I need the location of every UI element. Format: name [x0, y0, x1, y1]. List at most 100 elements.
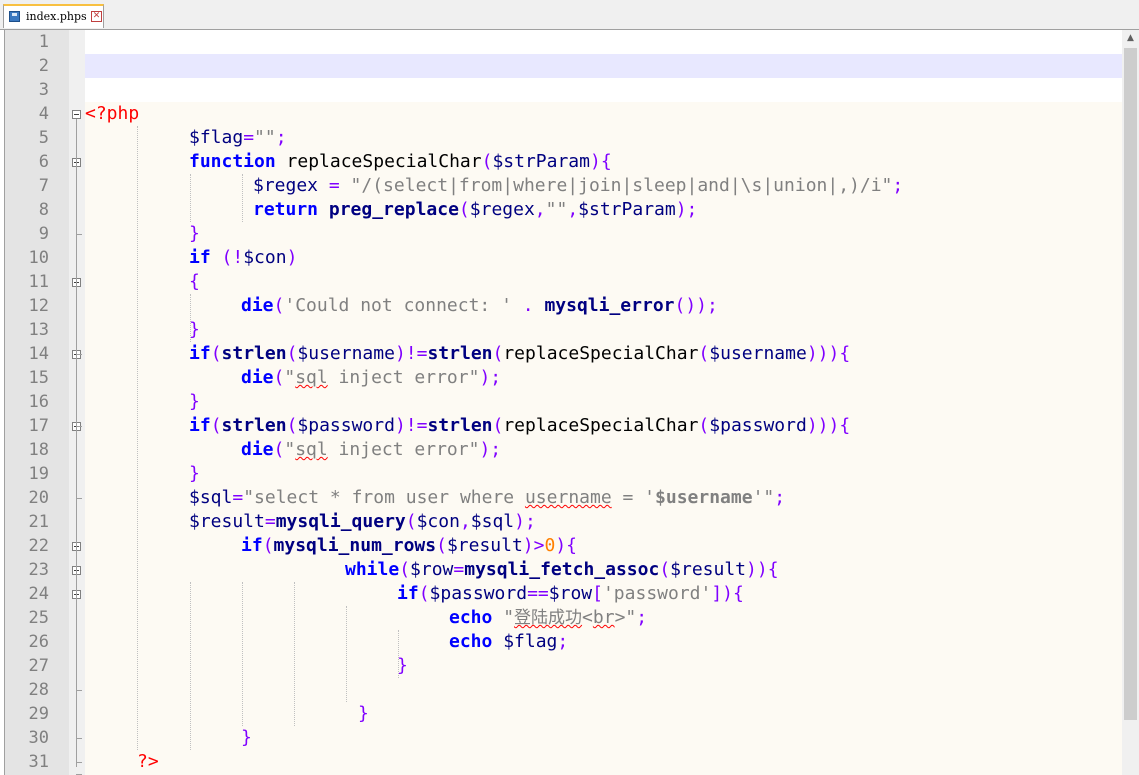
code-token: ()); [674, 295, 718, 316]
code-token: $username [297, 343, 395, 364]
line-number: 28 [28, 680, 49, 700]
code-token: $con [416, 511, 460, 532]
code-token: sql [295, 367, 328, 388]
code-token: $password [429, 583, 528, 604]
code-line-22: if(mysqli_num_rows($result)>0){ [85, 534, 1125, 558]
code-token: "" [545, 199, 568, 220]
code-line-31: ?> [85, 750, 1125, 774]
code-token: replaceSpecialChar [275, 151, 482, 172]
code-token: strlen [427, 415, 493, 436]
code-token: ); [675, 199, 698, 220]
code-token: ( [210, 415, 222, 436]
code-token: $result [189, 511, 265, 532]
line-number: 8 [38, 200, 49, 220]
code-line-16: } [85, 390, 1125, 414]
code-line-9: } [85, 222, 1125, 246]
code-token: ){ [590, 151, 612, 172]
code-token: ; [275, 127, 287, 148]
code-token: " [284, 439, 296, 460]
fold-end [76, 498, 82, 499]
code-token: $regex [253, 175, 319, 196]
code-line-21: $result=mysqli_query($con,$sql); [85, 510, 1125, 534]
code-token: '" [752, 487, 775, 508]
code-token: ; [557, 631, 569, 652]
tab-title: index.phps [26, 10, 87, 23]
code-token: $password [297, 415, 395, 436]
code-token: (! [210, 247, 244, 268]
code-token: ( [399, 559, 411, 580]
code-token: inject error" [327, 367, 480, 388]
line-number: 24 [28, 584, 49, 604]
vertical-scrollbar[interactable]: ▲ [1122, 30, 1139, 775]
code-line-8: return preg_replace($regex,"",$strParam)… [85, 198, 1125, 222]
scroll-up-arrow-icon[interactable]: ▲ [1122, 30, 1139, 47]
line-number: 17 [28, 416, 49, 436]
code-line-7: $regex = "/(select|from|where|join|sleep… [85, 174, 1125, 198]
code-token: ( [492, 415, 504, 436]
code-token: } [358, 703, 369, 724]
code-token: ( [481, 151, 493, 172]
line-number: 3 [38, 80, 49, 100]
code-token: ( [405, 511, 417, 532]
code-token: $flag [189, 127, 244, 148]
fold-toggle-icon[interactable] [72, 110, 81, 119]
code-line-26: echo $flag; [85, 630, 1125, 654]
code-token: } [189, 391, 200, 412]
code-token: ( [418, 583, 430, 604]
line-number: 11 [28, 272, 49, 292]
code-editor[interactable]: 1 2 3 4 5 6 7 8 9 10 11 12 13 14 15 16 1… [4, 30, 1139, 775]
code-token: = [453, 559, 465, 580]
code-line-10: if (!$con) [85, 246, 1125, 270]
code-token: $password [709, 415, 807, 436]
fold-line [76, 119, 77, 767]
code-line-11: { [85, 270, 1125, 294]
code-line-12: die('Could not connect: ' . mysqli_error… [85, 294, 1125, 318]
code-token: replaceSpecialChar [503, 415, 699, 436]
code-token: mysqli_fetch_assoc [464, 559, 660, 580]
line-number: 6 [38, 152, 49, 172]
code-token: ))){ [806, 343, 851, 364]
code-line-29: } [85, 702, 1125, 726]
code-token: ( [273, 367, 285, 388]
code-token: ( [210, 343, 222, 364]
code-token: == [527, 583, 549, 604]
code-token: ) [286, 247, 298, 268]
code-token: echo [449, 607, 493, 628]
code-token: } [189, 319, 200, 340]
code-token: $row [548, 583, 593, 604]
line-number: 15 [28, 368, 49, 388]
code-token: $result [670, 559, 747, 580]
code-token: ))){ [806, 415, 851, 436]
scrollbar-thumb[interactable] [1124, 48, 1137, 720]
code-line-5: $flag=""; [85, 126, 1125, 150]
line-number: 19 [28, 464, 49, 484]
code-line-30: } [85, 726, 1125, 750]
code-token: } [189, 223, 200, 244]
code-token: $sql [470, 511, 515, 532]
code-token: )> [522, 535, 545, 556]
code-token: strlen [427, 343, 493, 364]
file-tab-index-phps[interactable]: index.phps ✕ [3, 4, 104, 28]
line-number: 22 [28, 536, 49, 556]
line-number: 5 [38, 128, 49, 148]
code-token: [ [592, 583, 603, 604]
code-token: "select * from user where [243, 487, 525, 508]
code-token: ( [286, 415, 298, 436]
code-token: = [243, 127, 255, 148]
code-token: " [284, 367, 296, 388]
code-token: "/(select|from|where|join|sleep|and|\s|u… [350, 175, 893, 196]
close-tab-icon[interactable]: ✕ [91, 11, 102, 22]
code-token: = [318, 175, 351, 196]
line-number: 31 [28, 752, 49, 772]
tab-bar: index.phps ✕ [0, 0, 1139, 30]
code-token: , [459, 511, 471, 532]
code-line-23: while($row=mysqli_fetch_assoc($result)){ [85, 558, 1125, 582]
code-token: ( [262, 535, 274, 556]
code-token: ( [492, 343, 504, 364]
code-token: sql [295, 439, 328, 460]
line-number: 9 [38, 224, 49, 244]
code-token: } [189, 463, 200, 484]
code-line-4: <?php [85, 102, 1125, 126]
line-number: 1 [38, 32, 49, 52]
